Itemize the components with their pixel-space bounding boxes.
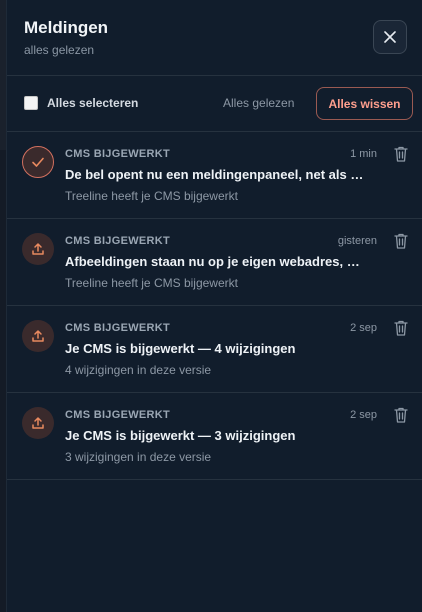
notification-item[interactable]: CMS BIJGEWERKT 2 sep Je CMS is bijgewerk… (7, 306, 422, 393)
select-all-label: Alles selecteren (47, 96, 139, 110)
notification-description: Treeline heeft je CMS bijgewerkt (65, 189, 238, 203)
close-button[interactable] (373, 20, 407, 54)
close-icon (384, 31, 396, 43)
panel-subtitle: alles gelezen (24, 43, 95, 57)
upload-icon (32, 330, 44, 342)
notification-time: 1 min (350, 148, 377, 160)
notification-category: CMS BIJGEWERKT (65, 235, 171, 247)
mark-all-read-button[interactable]: Alles gelezen (223, 96, 294, 110)
notification-description: 3 wijzigingen in deze versie (65, 450, 212, 464)
notification-list: CMS BIJGEWERKT 1 min De bel opent nu een… (7, 132, 422, 480)
clear-all-button[interactable]: Alles wissen (316, 87, 413, 120)
select-all-control[interactable]: Alles selecteren (24, 96, 138, 110)
notification-time: 2 sep (350, 322, 377, 334)
panel-title: Meldingen (24, 18, 109, 37)
notification-category: CMS BIJGEWERKT (65, 322, 171, 334)
upload-icon (32, 417, 44, 429)
notification-headline: Je CMS is bijgewerkt — 4 wijzigingen (65, 341, 296, 356)
check-icon (32, 157, 44, 167)
notification-headline: De bel opent nu een meldingenpaneel, net… (65, 167, 364, 182)
notification-category: CMS BIJGEWERKT (65, 409, 171, 421)
trash-icon[interactable] (393, 232, 409, 250)
notification-item[interactable]: CMS BIJGEWERKT gisteren Afbeeldingen sta… (7, 219, 422, 306)
notification-avatar[interactable] (22, 233, 54, 265)
notification-description: 4 wijzigingen in deze versie (65, 363, 212, 377)
panel-header: Meldingen alles gelezen (7, 0, 422, 76)
notification-avatar[interactable] (22, 320, 54, 352)
notification-time: gisteren (337, 235, 377, 247)
notification-avatar[interactable] (22, 407, 54, 439)
notification-headline: Je CMS is bijgewerkt — 3 wijzigingen (65, 428, 296, 443)
upload-icon (32, 243, 44, 255)
notifications-panel: Meldingen alles gelezen Alles selecteren… (6, 0, 422, 612)
select-all-checkbox[interactable] (24, 96, 38, 110)
notification-time: 2 sep (350, 409, 377, 421)
trash-icon[interactable] (393, 319, 409, 337)
trash-icon[interactable] (393, 145, 409, 163)
trash-icon[interactable] (393, 406, 409, 424)
notification-avatar[interactable] (22, 146, 54, 178)
notification-item[interactable]: CMS BIJGEWERKT 1 min De bel opent nu een… (7, 132, 422, 219)
notification-category: CMS BIJGEWERKT (65, 148, 171, 160)
panel-toolbar: Alles selecteren Alles gelezen Alles wis… (7, 76, 422, 132)
notification-headline: Afbeeldingen staan nu op je eigen webadr… (65, 254, 360, 269)
notification-description: Treeline heeft je CMS bijgewerkt (65, 276, 238, 290)
notification-item[interactable]: CMS BIJGEWERKT 2 sep Je CMS is bijgewerk… (7, 393, 422, 480)
